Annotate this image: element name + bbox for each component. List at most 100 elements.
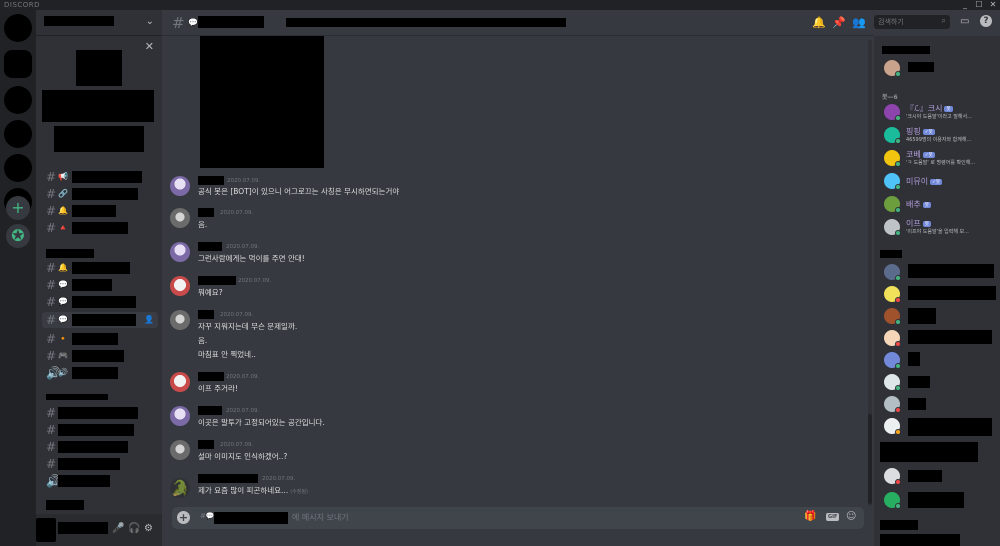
channel-item[interactable]: # 🔔 xyxy=(42,260,158,276)
upload-plus-icon[interactable]: + xyxy=(177,511,190,524)
message-text: 제가 요즘 많이 피곤하네요... (수정됨) xyxy=(198,486,308,495)
message-text: 마침표 안 찍었네.. xyxy=(198,350,256,359)
member-item[interactable]: 『ℒ』크시 봇 '크시야 도움말'이라고 말해서... xyxy=(882,102,1000,122)
author-name-redacted[interactable] xyxy=(198,372,224,381)
avatar[interactable] xyxy=(170,372,190,392)
avatar[interactable] xyxy=(170,176,190,196)
inbox-icon[interactable]: ▭ xyxy=(960,16,969,27)
server-header[interactable]: ⌄ xyxy=(36,10,162,36)
avatar[interactable] xyxy=(170,440,190,460)
member-item[interactable] xyxy=(882,284,1000,304)
author-name-redacted[interactable] xyxy=(198,276,236,285)
channel-item[interactable]: # 🔗 xyxy=(42,186,158,202)
member-item[interactable] xyxy=(882,350,1000,370)
channel-item[interactable]: # 🎮 xyxy=(42,348,158,364)
author-name-redacted[interactable] xyxy=(198,242,222,251)
category-redacted[interactable] xyxy=(46,500,84,510)
add-member-icon[interactable]: 👤 xyxy=(144,312,154,328)
search-input[interactable]: 검색하기 ⌕ xyxy=(874,15,950,29)
channel-item-active[interactable]: # 💬 👤 xyxy=(42,312,158,328)
member-item[interactable]: 배추 봇 xyxy=(882,194,1000,214)
channel-item[interactable]: # 🔔 xyxy=(42,203,158,219)
server-icon[interactable] xyxy=(4,50,32,78)
channel-item[interactable]: # xyxy=(42,422,158,438)
emoji-picker-icon[interactable]: ☺ xyxy=(846,511,856,522)
category-redacted[interactable] xyxy=(46,394,108,400)
author-name-redacted[interactable] xyxy=(198,440,214,449)
channel-item[interactable]: # 🔺 xyxy=(42,220,158,236)
author-name-redacted[interactable] xyxy=(198,208,214,217)
member-item[interactable] xyxy=(882,262,1000,282)
avatar[interactable] xyxy=(170,276,190,296)
timestamp: 2020.07.09. xyxy=(262,476,296,482)
channel-item[interactable]: # 🔸 xyxy=(42,331,158,347)
author-name-redacted[interactable] xyxy=(198,310,214,319)
timestamp: 2020.07.09. xyxy=(226,408,260,414)
server-icon[interactable] xyxy=(4,86,32,114)
avatar[interactable] xyxy=(170,242,190,262)
message-text: 음. xyxy=(198,336,208,345)
avatar[interactable] xyxy=(170,310,190,330)
online-status-icon xyxy=(895,184,901,190)
channel-item[interactable]: # 💬 xyxy=(42,277,158,293)
member-item[interactable]: 코베 ✓봇 'ㅋ 도움말' 로 명령어를 확인해... xyxy=(882,148,1000,168)
member-item[interactable] xyxy=(882,306,1000,326)
chevron-down-icon[interactable]: ⌄ xyxy=(146,16,154,27)
channel-topic-redacted[interactable] xyxy=(286,18,566,27)
member-item[interactable] xyxy=(882,58,1000,78)
notification-bell-icon[interactable]: 🔔 xyxy=(812,16,826,29)
server-icon[interactable] xyxy=(4,14,32,42)
username-redacted xyxy=(58,522,108,534)
member-item[interactable]: 미뮤이 ✓봇 xyxy=(882,171,1000,191)
headphones-icon[interactable]: 🎧 xyxy=(128,523,140,534)
avatar[interactable] xyxy=(170,208,190,228)
channel-item[interactable]: # xyxy=(42,405,158,421)
avatar[interactable] xyxy=(36,518,56,542)
image-attachment-redacted[interactable] xyxy=(200,36,324,168)
message-text: 그런사람에게는 먹이를 주면 안대! xyxy=(198,254,305,263)
member-item[interactable] xyxy=(882,394,1000,414)
close-window-button[interactable]: ✕ xyxy=(986,0,1000,10)
minimize-button[interactable]: _ xyxy=(958,0,972,10)
channel-item[interactable]: # xyxy=(42,439,158,455)
composer-placeholder[interactable]: 에 메시지 보내기 xyxy=(292,512,349,523)
gif-button[interactable]: GIF xyxy=(826,513,840,521)
member-item[interactable] xyxy=(882,490,1000,510)
explore-servers-icon[interactable]: ✪ xyxy=(6,224,30,248)
author-name-redacted[interactable] xyxy=(198,406,222,415)
settings-gear-icon[interactable]: ⚙ xyxy=(144,523,153,534)
close-icon[interactable]: ✕ xyxy=(145,40,154,53)
member-item[interactable] xyxy=(882,328,1000,348)
channel-item[interactable]: # 💬 xyxy=(42,294,158,310)
avatar[interactable]: 🐊 xyxy=(170,478,190,498)
microphone-icon[interactable]: 🎤 xyxy=(112,523,124,534)
member-item[interactable]: 핑핑 ✓봇 46599명의 이용자와 함께해... xyxy=(882,125,1000,145)
member-list-icon[interactable]: 👥 xyxy=(852,16,866,29)
channel-item[interactable]: # 📢 xyxy=(42,169,158,185)
gift-icon[interactable]: 🎁 xyxy=(804,511,816,522)
scrollbar-thumb[interactable] xyxy=(868,414,872,504)
help-icon[interactable]: ? xyxy=(980,15,992,27)
message-text: 음. xyxy=(198,220,208,229)
author-name-redacted[interactable] xyxy=(198,176,224,185)
member-item[interactable] xyxy=(882,372,1000,392)
category-redacted[interactable] xyxy=(46,249,94,258)
add-server-icon[interactable]: + xyxy=(6,196,30,220)
pin-icon[interactable]: 📌 xyxy=(832,16,846,29)
avatar[interactable] xyxy=(170,406,190,426)
channel-name-redacted xyxy=(198,16,264,28)
server-icon[interactable] xyxy=(4,120,32,148)
member-item[interactable]: 이프 봇 '이프야 도움말'을 입력해 보... xyxy=(882,217,1000,237)
channel-item[interactable]: # xyxy=(42,456,158,472)
maximize-button[interactable]: ☐ xyxy=(972,0,986,10)
member-item[interactable] xyxy=(882,416,1000,436)
member-status: 'ㅋ 도움말' 로 명령어를 확인해... xyxy=(906,160,976,166)
author-name-redacted[interactable] xyxy=(198,474,258,483)
banner-redacted xyxy=(42,90,154,122)
channel-emoji-icon: 💬 xyxy=(188,18,198,27)
message-composer[interactable]: + #💬 에 메시지 보내기 🎁 GIF ☺ xyxy=(172,507,864,529)
server-icon[interactable] xyxy=(4,154,32,182)
member-item[interactable] xyxy=(882,466,1000,486)
voice-channel[interactable]: 🔊 🔊 xyxy=(42,365,158,381)
voice-channel[interactable]: 🔊 xyxy=(42,473,158,489)
